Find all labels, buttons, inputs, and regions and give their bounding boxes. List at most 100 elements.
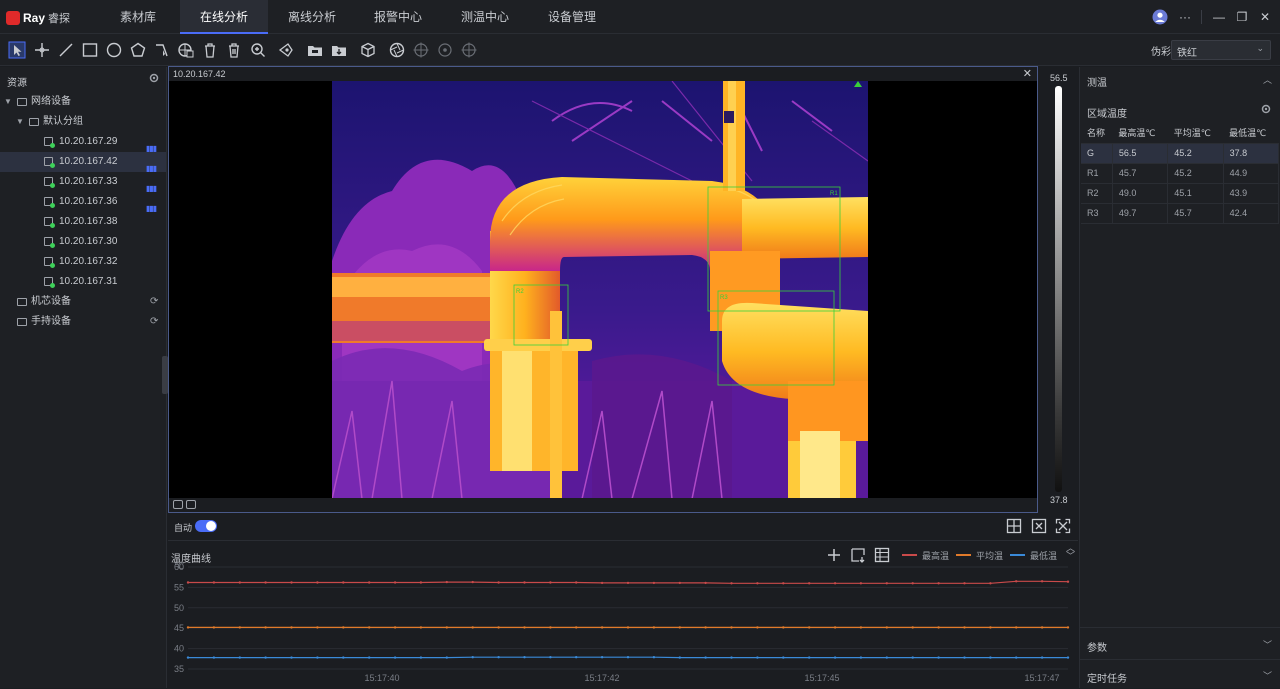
legend-avg-swatch (956, 554, 971, 556)
device-item[interactable]: 10.20.167.42▮▮▮ (0, 152, 166, 172)
minimize-button[interactable]: — (1211, 9, 1227, 25)
refresh-icon[interactable]: ⟳ (150, 292, 158, 312)
caret-down-icon[interactable]: ▼ (16, 112, 24, 132)
region-label-r2: R2 (516, 289, 524, 295)
series-point-1 (834, 626, 836, 628)
series-point-1 (497, 626, 499, 628)
device-item[interactable]: 10.20.167.32 (0, 252, 166, 272)
refresh-icon[interactable]: ⟳ (150, 312, 158, 332)
group-item[interactable]: 机芯设备⟳ (0, 292, 166, 312)
region-gear-icon[interactable] (1260, 103, 1272, 115)
series-point-2 (394, 656, 396, 658)
viewer-close-button[interactable]: ✕ (1023, 67, 1032, 81)
params-expand-icon[interactable]: ﹀ (1263, 638, 1272, 651)
delete-all-icon[interactable] (225, 41, 243, 59)
rectangle-tool-icon[interactable] (81, 41, 99, 59)
series-point-2 (756, 656, 758, 658)
device-item[interactable]: 10.20.167.38 (0, 212, 166, 232)
record-icon[interactable] (186, 500, 196, 509)
series-point-1 (523, 626, 525, 628)
viewer-header: 10.20.167.42 ✕ (169, 67, 1037, 81)
zoom-tool-icon[interactable] (249, 41, 267, 59)
save-folder-icon[interactable] (330, 41, 348, 59)
table-cell: 37.8 (1223, 143, 1278, 163)
nav-tab-0[interactable]: 素材库 (94, 0, 182, 34)
series-point-0 (937, 582, 939, 584)
group-item[interactable]: ▼网络设备 (0, 92, 166, 112)
series-point-1 (472, 626, 474, 628)
series-point-1 (912, 626, 914, 628)
nav-tab-4[interactable]: 测温中心 (441, 0, 529, 34)
target-3-icon[interactable] (460, 41, 478, 59)
legend-min[interactable]: 最低温 (1010, 549, 1057, 561)
thermal-image[interactable]: R1 R2 R3 (332, 81, 868, 499)
series-point-0 (497, 581, 499, 583)
palette-tool-icon[interactable] (277, 41, 295, 59)
table-cell: R2 (1081, 183, 1112, 203)
nav-tab-5[interactable]: 设备管理 (528, 0, 616, 34)
open-folder-icon[interactable] (306, 41, 324, 59)
nav-tab-2[interactable]: 离线分析 (268, 0, 356, 34)
table-row[interactable]: R249.045.143.9 (1081, 183, 1279, 203)
caret-down-icon[interactable]: ▼ (4, 92, 12, 112)
table-row[interactable]: R349.745.742.4 (1081, 203, 1279, 223)
line-tool-icon[interactable] (57, 41, 75, 59)
measure-collapse-icon[interactable]: ︿ (1263, 73, 1272, 86)
table-row[interactable]: R145.745.244.9 (1081, 163, 1279, 183)
user-avatar-icon[interactable] (1152, 9, 1168, 25)
task-title[interactable]: 定时任务 (1087, 670, 1127, 685)
global-measure-icon[interactable] (177, 41, 195, 59)
polyline-tool-icon[interactable] (153, 41, 171, 59)
point-tool-icon[interactable] (33, 41, 51, 59)
table-row[interactable]: G56.545.237.8 (1081, 143, 1279, 163)
ellipse-tool-icon[interactable] (105, 41, 123, 59)
series-point-0 (1067, 581, 1069, 583)
auto-toggle[interactable] (195, 520, 217, 532)
close-all-icon[interactable] (1031, 518, 1047, 534)
target-2-icon[interactable] (436, 41, 454, 59)
shutter-icon[interactable] (388, 41, 406, 59)
polygon-tool-icon[interactable] (129, 41, 147, 59)
app-logo: Ray 睿探 (6, 9, 70, 27)
series-point-2 (446, 656, 448, 658)
more-menu-button[interactable]: ··· (1177, 9, 1193, 25)
delete-tool-icon[interactable] (201, 41, 219, 59)
logo-brand: Ray (23, 11, 45, 25)
restore-button[interactable]: ❐ (1234, 9, 1250, 25)
group-item[interactable]: ▼ 默认分组 (0, 112, 166, 132)
legend-max[interactable]: 最高温 (902, 549, 949, 561)
select-tool-icon[interactable] (8, 41, 26, 59)
legend-avg-label: 平均温 (976, 549, 1003, 562)
series-point-0 (886, 582, 888, 584)
series-point-2 (989, 656, 991, 658)
series-point-1 (420, 626, 422, 628)
gear-icon[interactable] (148, 72, 160, 84)
legend-avg[interactable]: 平均温 (956, 549, 1003, 561)
snapshot-icon[interactable] (173, 500, 183, 509)
pseudo-color-select[interactable]: 铁红 ⌄ (1171, 40, 1271, 60)
nav-tab-3[interactable]: 报警中心 (354, 0, 442, 34)
target-1-icon[interactable] (412, 41, 430, 59)
task-expand-icon[interactable]: ﹀ (1263, 669, 1272, 682)
tree-item-label: 默认分组 (43, 112, 83, 132)
nav-tab-1[interactable]: 在线分析 (180, 0, 268, 34)
3d-view-icon[interactable] (359, 41, 377, 59)
group-item[interactable]: 手持设备⟳ (0, 312, 166, 332)
device-item[interactable]: 10.20.167.29▮▮▮ (0, 132, 166, 152)
device-item[interactable]: 10.20.167.30 (0, 232, 166, 252)
series-point-0 (601, 582, 603, 584)
device-item[interactable]: 10.20.167.36▮▮▮ (0, 192, 166, 212)
series-point-1 (575, 626, 577, 628)
device-item[interactable]: 10.20.167.31 (0, 272, 166, 292)
series-point-1 (1015, 626, 1017, 628)
fullscreen-icon[interactable] (1055, 518, 1071, 534)
params-title[interactable]: 参数 (1087, 639, 1107, 654)
series-point-2 (963, 656, 965, 658)
region-temperature-table: 名称最高温℃平均温℃最低温℃ G56.545.237.8R145.745.244… (1081, 123, 1279, 224)
series-point-1 (782, 626, 784, 628)
device-item[interactable]: 10.20.167.33▮▮▮ (0, 172, 166, 192)
close-window-button[interactable]: ✕ (1257, 9, 1273, 25)
chart-collapse-icon[interactable]: ︿﹀ (1066, 544, 1075, 560)
grid-layout-icon[interactable] (1006, 518, 1022, 534)
series-point-1 (679, 626, 681, 628)
